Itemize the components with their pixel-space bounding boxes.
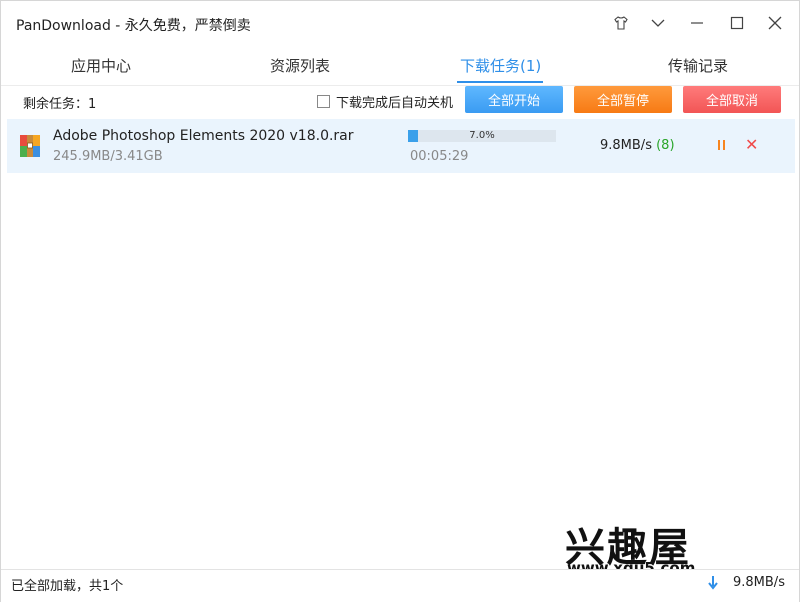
cancel-all-button[interactable]: 全部取消 <box>683 86 781 113</box>
remaining-tasks: 剩余任务：1 <box>23 97 97 112</box>
tab-bar: 应用中心 资源列表 下载任务(1) 传输记录 <box>1 45 799 86</box>
total-speed: 9.8MB/s <box>733 575 785 590</box>
progress-bar: 7.0% <box>408 130 556 142</box>
status-bar: 已全部加载，共1个 9.8MB/s <box>1 569 799 602</box>
app-window: PanDownload - 永久免费，严禁倒卖 应用中心 资源列表 下载任务(1… <box>0 0 800 602</box>
tab-download-tasks[interactable]: 下载任务(1) <box>460 55 541 76</box>
minimize-icon[interactable] <box>682 9 712 37</box>
shirt-icon[interactable] <box>606 9 636 37</box>
connection-count: (8) <box>656 138 675 153</box>
file-name: Adobe Photoshop Elements 2020 v18.0.rar <box>53 128 354 144</box>
elapsed-time: 00:05:29 <box>410 149 469 164</box>
status-text: 已全部加载，共1个 <box>11 579 124 594</box>
file-size: 245.9MB/3.41GB <box>53 149 163 164</box>
speed-value: 9.8MB/s <box>600 138 652 153</box>
auto-shutdown-label: 下载完成后自动关机 <box>336 96 454 111</box>
auto-shutdown-checkbox[interactable] <box>317 95 330 108</box>
tab-app-center[interactable]: 应用中心 <box>71 55 131 76</box>
pause-all-button[interactable]: 全部暂停 <box>574 86 672 113</box>
task-toolbar: 剩余任务：1 下载完成后自动关机 全部开始 全部暂停 全部取消 <box>1 85 799 119</box>
active-tab-indicator <box>457 81 543 83</box>
tab-resource-list[interactable]: 资源列表 <box>270 55 330 76</box>
pause-icon[interactable] <box>715 137 729 153</box>
title-bar: PanDownload - 永久免费，严禁倒卖 <box>1 1 799 45</box>
close-icon[interactable] <box>760 9 790 37</box>
window-title: PanDownload - 永久免费，严禁倒卖 <box>16 18 251 34</box>
download-task-row[interactable]: Adobe Photoshop Elements 2020 v18.0.rar … <box>7 119 795 173</box>
download-arrow-icon <box>708 576 718 590</box>
cancel-task-icon[interactable]: ✕ <box>745 135 758 154</box>
auto-shutdown-option[interactable]: 下载完成后自动关机 <box>317 92 453 111</box>
maximize-icon[interactable] <box>722 9 752 37</box>
start-all-button[interactable]: 全部开始 <box>465 86 563 113</box>
archive-file-icon <box>20 135 40 157</box>
chevron-down-icon[interactable] <box>643 9 673 37</box>
progress-percent: 7.0% <box>469 130 495 141</box>
download-speed: 9.8MB/s (8) <box>600 138 675 153</box>
tab-transfer-records[interactable]: 传输记录 <box>668 55 728 76</box>
